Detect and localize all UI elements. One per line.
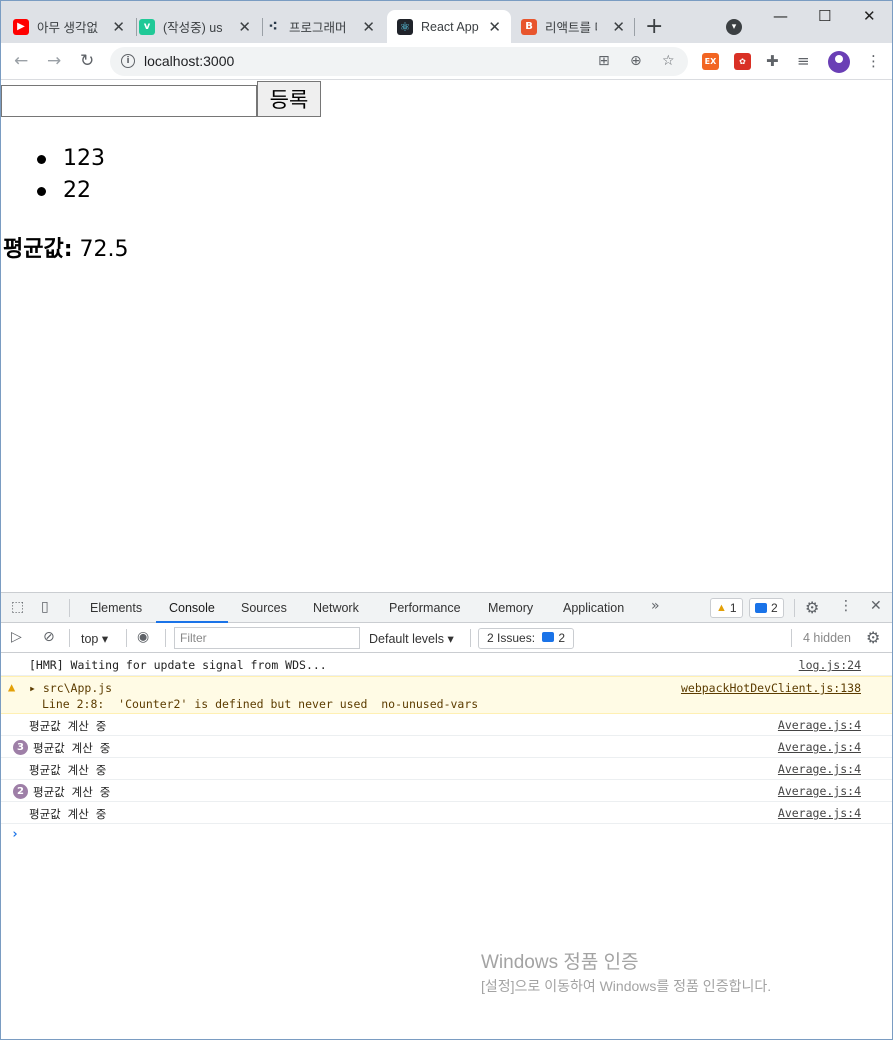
log-levels-dropdown[interactable]: Default levels ▾ bbox=[369, 631, 454, 646]
tab-strip: ▶ 아무 생각없 ✕ v (작성중) us ✕ ⁖ 프로그래머 ✕ ⚛ Reac… bbox=[1, 1, 892, 43]
console-output: [HMR] Waiting for update signal from WDS… bbox=[1, 654, 892, 846]
console-row: 평균값 계산 중 Average.js:4 bbox=[1, 758, 892, 780]
warning-icon: ▲ bbox=[8, 680, 16, 694]
zoom-icon[interactable]: ⊕ bbox=[630, 53, 642, 69]
extensions-puzzle-icon[interactable]: ✚ bbox=[766, 52, 779, 70]
tab-youtube[interactable]: ▶ 아무 생각없 ✕ bbox=[13, 10, 135, 43]
source-link[interactable]: log.js:24 bbox=[799, 658, 861, 672]
source-link[interactable]: webpackHotDevClient.js:138 bbox=[681, 681, 861, 695]
minimize-button[interactable]: — bbox=[773, 7, 788, 25]
average-display: 평균값: 72.5 bbox=[3, 231, 129, 263]
url-text[interactable]: localhost:3000 bbox=[144, 53, 234, 69]
tab-memory[interactable]: Memory bbox=[488, 601, 533, 615]
close-icon[interactable]: ✕ bbox=[488, 18, 501, 36]
maximize-button[interactable]: ☐ bbox=[818, 7, 831, 25]
context-selector[interactable]: top ▾ bbox=[81, 631, 108, 646]
console-row: 3 평균값 계산 중 Average.js:4 bbox=[1, 736, 892, 758]
console-warning-row: ▲ ▸ src\App.js Line 2:8: 'Counter2' is d… bbox=[1, 676, 892, 714]
new-tab-button[interactable]: + bbox=[645, 14, 663, 39]
extension-icon[interactable]: ✿ bbox=[734, 53, 751, 70]
issues-button[interactable]: 2 Issues: 2 bbox=[478, 628, 575, 649]
inspect-element-icon[interactable]: ⬚ bbox=[11, 599, 24, 615]
close-icon[interactable]: ✕ bbox=[362, 18, 375, 36]
more-tabs-icon[interactable]: » bbox=[651, 598, 660, 614]
devtools-menu-icon[interactable]: ⋮ bbox=[839, 598, 853, 614]
message-icon bbox=[542, 632, 555, 642]
tab-velog[interactable]: v (작성중) us ✕ bbox=[139, 10, 261, 43]
eye-icon[interactable]: ◉ bbox=[137, 629, 149, 645]
repeat-count-badge: 3 bbox=[13, 740, 28, 755]
back-icon[interactable]: ← bbox=[14, 51, 28, 71]
console-row: 평균값 계산 중 Average.js:4 bbox=[1, 802, 892, 824]
devtools-tabs: ⬚ ▯ Elements Console Sources Network Per… bbox=[1, 593, 892, 623]
bookmark-star-icon[interactable]: ☆ bbox=[662, 53, 675, 69]
close-devtools-icon[interactable]: ✕ bbox=[870, 598, 882, 614]
console-row: 평균값 계산 중 Average.js:4 bbox=[1, 714, 892, 736]
warning-icon: ▲ bbox=[716, 602, 727, 614]
tab-sources[interactable]: Sources bbox=[241, 601, 287, 615]
extension-icon[interactable]: EX bbox=[702, 53, 719, 70]
browser-toolbar: ← → ↻ i localhost:3000 ⊞ ⊕ ☆ EX ✿ ✚ ≡ ⋮ bbox=[1, 43, 892, 80]
tab-react-app[interactable]: ⚛ React App ✕ bbox=[387, 10, 511, 43]
youtube-icon: ▶ bbox=[13, 18, 29, 35]
message-badge[interactable]: 2 bbox=[749, 598, 784, 618]
programmers-icon: ⁖ bbox=[268, 18, 278, 35]
reload-icon[interactable]: ↻ bbox=[80, 51, 94, 71]
number-list: 123 22 bbox=[1, 143, 105, 207]
filter-input[interactable]: Filter bbox=[174, 627, 360, 649]
tab-performance[interactable]: Performance bbox=[389, 601, 461, 615]
source-link[interactable]: Average.js:4 bbox=[778, 762, 861, 776]
browser-window: ▶ 아무 생각없 ✕ v (작성중) us ✕ ⁖ 프로그래머 ✕ ⚛ Reac… bbox=[0, 0, 893, 1040]
windows-activation-watermark: Windows 정품 인증 [설정]으로 이동하여 Windows를 정품 인증… bbox=[481, 952, 772, 994]
sidebar-toggle-icon[interactable]: ▷ bbox=[11, 629, 22, 645]
close-icon[interactable]: ✕ bbox=[112, 18, 125, 36]
register-button[interactable]: 등록 bbox=[257, 81, 321, 117]
page-content: 등록 123 22 평균값: 72.5 bbox=[1, 81, 892, 592]
hidden-count: 4 hidden bbox=[803, 631, 851, 645]
tab-elements[interactable]: Elements bbox=[90, 601, 142, 615]
tab-programmers[interactable]: ⁖ 프로그래머 ✕ bbox=[265, 10, 385, 43]
tab-console[interactable]: Console bbox=[169, 601, 215, 615]
tab-network[interactable]: Network bbox=[313, 601, 359, 615]
close-icon[interactable]: ✕ bbox=[612, 18, 625, 36]
window-close-button[interactable]: ✕ bbox=[863, 7, 876, 25]
tab-application[interactable]: Application bbox=[563, 601, 624, 615]
menu-icon[interactable]: ⋮ bbox=[866, 52, 881, 70]
velog-icon: v bbox=[139, 18, 155, 35]
settings-gear-icon[interactable]: ⚙ bbox=[805, 598, 819, 617]
translate-icon[interactable]: ⊞ bbox=[598, 53, 610, 69]
repeat-count-badge: 2 bbox=[13, 784, 28, 799]
react-icon: ⚛ bbox=[397, 18, 413, 35]
list-item: 22 bbox=[1, 175, 105, 207]
console-row: 2 평균값 계산 중 Average.js:4 bbox=[1, 780, 892, 802]
blog-icon: B bbox=[521, 18, 537, 35]
tab-blog[interactable]: B 리액트를 다 ✕ bbox=[521, 10, 633, 43]
number-input[interactable] bbox=[1, 85, 257, 117]
console-settings-icon[interactable]: ⚙ bbox=[866, 628, 880, 647]
avatar[interactable] bbox=[828, 51, 850, 73]
prompt-chevron-icon: › bbox=[11, 827, 19, 842]
close-icon[interactable]: ✕ bbox=[238, 18, 251, 36]
console-prompt[interactable]: › bbox=[1, 824, 892, 846]
source-link[interactable]: Average.js:4 bbox=[778, 718, 861, 732]
forward-icon[interactable]: → bbox=[47, 51, 61, 71]
console-toolbar: ▷ ⊘ top ▾ ◉ Filter Default levels ▾ 2 Is… bbox=[1, 624, 892, 653]
source-link[interactable]: Average.js:4 bbox=[778, 740, 861, 754]
message-icon bbox=[755, 603, 767, 613]
address-bar[interactable]: i localhost:3000 ⊞ ⊕ ☆ bbox=[110, 47, 688, 76]
list-item: 123 bbox=[1, 143, 105, 175]
active-tab-indicator bbox=[156, 621, 228, 623]
warning-message[interactable]: ▸ src\App.js bbox=[29, 681, 112, 695]
warning-badge[interactable]: ▲ 1 bbox=[710, 598, 743, 618]
device-toolbar-icon[interactable]: ▯ bbox=[41, 599, 49, 615]
tab-search-icon[interactable]: ▾ bbox=[726, 19, 742, 35]
clear-console-icon[interactable]: ⊘ bbox=[43, 629, 55, 645]
site-info-icon[interactable]: i bbox=[121, 54, 135, 68]
average-value: 72.5 bbox=[79, 237, 129, 262]
console-row: [HMR] Waiting for update signal from WDS… bbox=[1, 654, 892, 676]
source-link[interactable]: Average.js:4 bbox=[778, 806, 861, 820]
average-label: 평균값: bbox=[3, 237, 73, 262]
source-link[interactable]: Average.js:4 bbox=[778, 784, 861, 798]
media-control-icon[interactable]: ≡ bbox=[797, 52, 810, 70]
